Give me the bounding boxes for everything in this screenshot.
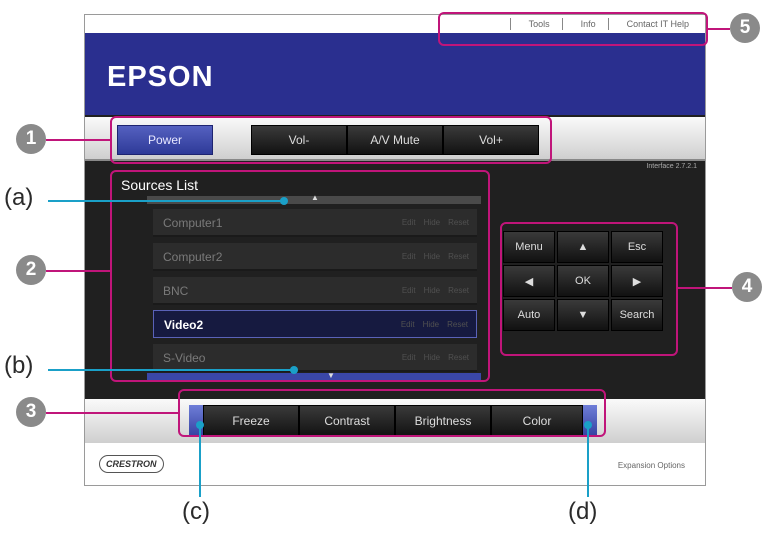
callout-line-2	[46, 270, 110, 272]
callout-line-1	[46, 139, 110, 141]
callout-box-4	[500, 222, 678, 356]
callout-dot-b	[290, 366, 298, 374]
callout-dot-a	[280, 197, 288, 205]
callout-line-c	[199, 427, 201, 497]
interface-version: Interface 2.7.2.1	[646, 163, 697, 170]
callout-number-2: 2	[16, 255, 46, 285]
footer-bar: CRESTRON Expansion Options	[85, 443, 705, 485]
callout-line-3	[46, 412, 178, 414]
expansion-options-link[interactable]: Expansion Options	[618, 461, 685, 470]
callout-number-3: 3	[16, 397, 46, 427]
callout-line-5	[708, 28, 730, 30]
callout-box-1	[110, 116, 552, 164]
callout-box-5	[438, 12, 708, 46]
callout-line-a	[48, 200, 282, 202]
callout-letter-d: (d)	[568, 498, 598, 525]
callout-number-1: 1	[16, 124, 46, 154]
callout-number-4: 4	[732, 272, 762, 302]
callout-number-5: 5	[730, 13, 760, 43]
callout-line-d	[587, 427, 589, 497]
callout-line-b	[48, 369, 292, 371]
callout-line-4	[678, 287, 732, 289]
callout-letter-c: (c)	[182, 498, 210, 525]
callout-box-3	[178, 389, 606, 437]
epson-logo: EPSON	[107, 61, 214, 93]
callout-letter-a: (a)	[4, 184, 34, 211]
callout-letter-b: (b)	[4, 352, 34, 379]
crestron-logo[interactable]: CRESTRON	[99, 455, 164, 473]
